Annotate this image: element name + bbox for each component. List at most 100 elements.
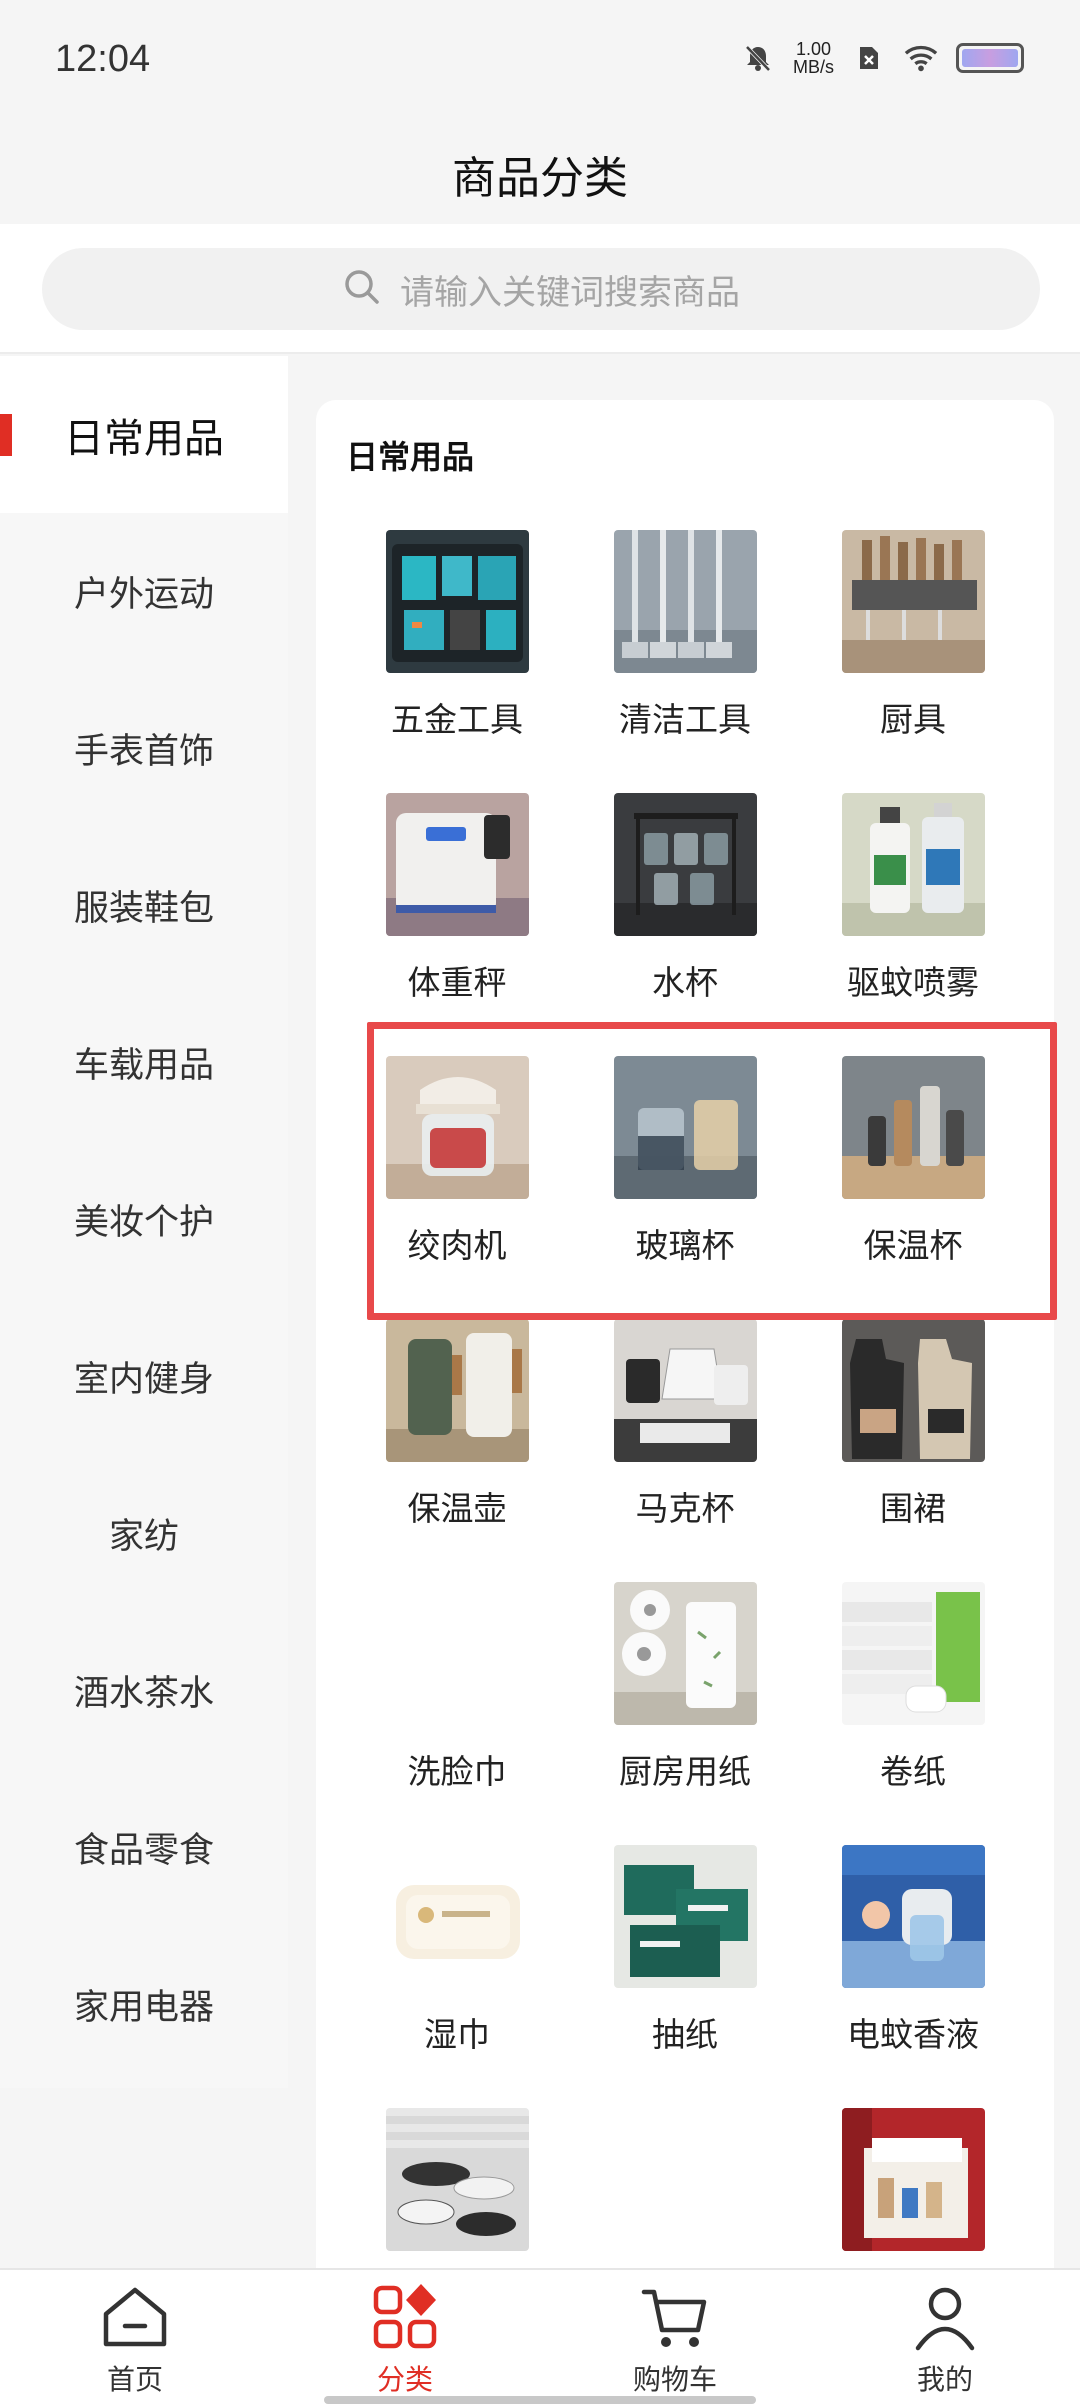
product-image-dinnerware bbox=[385, 2108, 529, 2251]
grid-item-label: 卷纸 bbox=[880, 1752, 946, 1791]
category-sidebar: 日常用品 户外运动 手表首饰 服装鞋包 车载用品 美妆个护 室内健身 家纺 酒水… bbox=[0, 356, 288, 2088]
grid-item-label: 驱蚊喷雾 bbox=[847, 963, 979, 1002]
grid-item-empty bbox=[571, 2108, 799, 2268]
tab-cart[interactable]: 购物车 bbox=[540, 2270, 810, 2408]
tab-home[interactable]: 首页 bbox=[0, 2270, 270, 2408]
network-speed-value: 1.00 bbox=[795, 39, 832, 59]
grid-item-label: 围裙 bbox=[880, 1489, 946, 1528]
product-image-gift-set bbox=[841, 2108, 985, 2251]
grid-item-cleaning-tools[interactable]: 清洁工具 bbox=[571, 530, 799, 793]
tab-category[interactable]: 分类 bbox=[270, 2270, 540, 2408]
grid-item-thermal-kettle[interactable]: 保温壶 bbox=[343, 1319, 571, 1582]
sidebar-item-label: 酒水茶水 bbox=[73, 1674, 214, 1714]
product-image-knife-rack bbox=[841, 530, 985, 673]
grid-item-label: 绞肉机 bbox=[407, 1226, 507, 1265]
grid-item-label: 洗脸巾 bbox=[407, 1752, 507, 1791]
grid-item-water-cups[interactable]: 水杯 bbox=[571, 793, 799, 1056]
tab-label: 我的 bbox=[916, 2363, 973, 2396]
sidebar-item-beauty-care[interactable]: 美妆个护 bbox=[0, 1141, 288, 1298]
sidebar-item-label: 美妆个护 bbox=[73, 1203, 214, 1243]
sidebar-item-clothing-bags[interactable]: 服装鞋包 bbox=[0, 827, 288, 984]
grid-item-glass-cup[interactable]: 玻璃杯 bbox=[571, 1056, 799, 1319]
grid-item-wet-wipes[interactable]: 湿巾 bbox=[343, 1845, 571, 2108]
sidebar-item-daily-goods[interactable]: 日常用品 bbox=[0, 356, 288, 513]
sidebar-item-label: 日常用品 bbox=[64, 415, 224, 462]
grid-item-label: 体重秤 bbox=[407, 963, 507, 1002]
grid-item-weight-scale[interactable]: 体重秤 bbox=[343, 793, 571, 1056]
product-image-wet-wipes bbox=[385, 1845, 529, 1988]
product-image-power-tools bbox=[385, 530, 529, 673]
grid-item-label: 抽纸 bbox=[652, 2015, 718, 2054]
grid-item-label: 保温杯 bbox=[863, 1226, 963, 1265]
sidebar-item-home-appliances[interactable]: 家用电器 bbox=[0, 1926, 288, 2083]
grid-item-label: 清洁工具 bbox=[619, 700, 751, 739]
section-title: 日常用品 bbox=[346, 438, 475, 476]
grid-item-label: 玻璃杯 bbox=[635, 1226, 735, 1265]
sidebar-item-indoor-fitness[interactable]: 室内健身 bbox=[0, 1298, 288, 1455]
grid-item-label: 五金工具 bbox=[391, 700, 523, 739]
sidebar-item-home-textiles[interactable]: 家纺 bbox=[0, 1455, 288, 1612]
sidebar-item-outdoor-sports[interactable]: 户外运动 bbox=[0, 513, 288, 670]
search-input[interactable]: 请输入关键词搜索商品 bbox=[42, 248, 1040, 330]
grid-item-dinnerware[interactable] bbox=[343, 2108, 571, 2268]
product-image-mosquito-liquid bbox=[841, 1845, 985, 1988]
battery-icon bbox=[956, 43, 1024, 73]
search-bar: 请输入关键词搜索商品 bbox=[0, 224, 1080, 354]
grid-item-gift-set[interactable] bbox=[799, 2108, 1027, 2268]
sidebar-item-label: 手表首饰 bbox=[73, 732, 214, 772]
grid-item-hardware-tools[interactable]: 五金工具 bbox=[343, 530, 571, 793]
grid-item-mosquito-spray[interactable]: 驱蚊喷雾 bbox=[799, 793, 1027, 1056]
grid-item-toilet-paper[interactable]: 卷纸 bbox=[799, 1582, 1027, 1845]
header: 商品分类 bbox=[0, 124, 1080, 224]
grid-item-meat-grinder[interactable]: 绞肉机 bbox=[343, 1056, 571, 1319]
product-image-weight-scale bbox=[385, 793, 529, 936]
grid-item-mugs[interactable]: 马克杯 bbox=[571, 1319, 799, 1582]
product-image-glass-cups bbox=[613, 1056, 757, 1199]
status-icons: 1.00 MB/s bbox=[741, 40, 1024, 76]
grid-item-label: 马克杯 bbox=[635, 1489, 735, 1528]
product-image-mops bbox=[613, 530, 757, 673]
sidebar-item-watches-jewelry[interactable]: 手表首饰 bbox=[0, 670, 288, 827]
product-image-spray-bottles bbox=[841, 793, 985, 936]
cart-icon bbox=[641, 2289, 707, 2347]
product-image-meat-grinder bbox=[385, 1056, 529, 1199]
grid-item-tissue[interactable]: 抽纸 bbox=[571, 1845, 799, 2108]
grid-item-thermos-cup[interactable]: 保温杯 bbox=[799, 1056, 1027, 1319]
search-placeholder: 请输入关键词搜索商品 bbox=[400, 272, 740, 313]
home-icon bbox=[103, 2287, 167, 2347]
grid-item-label: 保温壶 bbox=[407, 1489, 507, 1528]
product-grid: 五金工具 清洁工具 厨具 体重秤 水杯 驱蚊喷雾 绞肉机 玻璃杯 保温杯 保温壶… bbox=[316, 530, 1054, 2268]
product-image-placeholder bbox=[386, 1582, 529, 1725]
sidebar-item-label: 家纺 bbox=[108, 1517, 179, 1557]
product-image-thermal-kettle bbox=[385, 1319, 529, 1462]
grid-item-face-towel[interactable]: 洗脸巾 bbox=[343, 1582, 571, 1845]
network-speed-unit: MB/s bbox=[792, 57, 834, 77]
network-speed: 1.00 MB/s bbox=[793, 40, 834, 76]
grid-item-aprons[interactable]: 围裙 bbox=[799, 1319, 1027, 1582]
grid-item-label: 厨房用纸 bbox=[619, 1752, 751, 1791]
status-bar: 12:04 1.00 MB/s bbox=[0, 0, 1080, 124]
grid-item-label: 水杯 bbox=[652, 963, 718, 1002]
sidebar-item-car-accessories[interactable]: 车载用品 bbox=[0, 984, 288, 1141]
tab-profile[interactable]: 我的 bbox=[810, 2270, 1080, 2408]
sidebar-item-label: 食品零食 bbox=[73, 1831, 214, 1871]
sidebar-item-food-snacks[interactable]: 食品零食 bbox=[0, 1769, 288, 1926]
grid-item-kitchen-paper[interactable]: 厨房用纸 bbox=[571, 1582, 799, 1845]
sidebar-item-drinks-tea[interactable]: 酒水茶水 bbox=[0, 1612, 288, 1769]
no-sim-icon bbox=[852, 41, 886, 75]
grid-item-mosquito-liquid[interactable]: 电蚊香液 bbox=[799, 1845, 1027, 2108]
sidebar-item-label: 车载用品 bbox=[73, 1046, 214, 1086]
wifi-icon bbox=[904, 41, 938, 75]
product-image-glass-cups-rack bbox=[613, 793, 757, 936]
user-icon bbox=[915, 2287, 975, 2351]
product-image-kitchen-paper bbox=[613, 1582, 757, 1725]
grid-item-label: 厨具 bbox=[880, 700, 946, 739]
tab-label: 分类 bbox=[376, 2363, 433, 2396]
grid-item-kitchenware[interactable]: 厨具 bbox=[799, 530, 1027, 793]
tab-label: 购物车 bbox=[632, 2363, 717, 2396]
grid-item-label: 电蚊香液 bbox=[847, 2015, 979, 2054]
search-icon bbox=[342, 267, 382, 311]
product-image-thermos-cups bbox=[841, 1056, 985, 1199]
category-icon bbox=[373, 2284, 437, 2349]
tab-label: 首页 bbox=[106, 2363, 163, 2396]
